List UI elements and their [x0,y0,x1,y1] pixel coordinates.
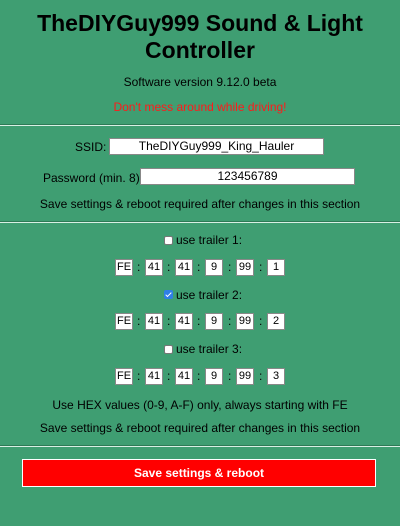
wifi-reboot-note: Save settings & reboot required after ch… [39,197,361,211]
mac-separator: : [197,369,201,383]
trailer-1-mac-byte-6[interactable]: 1 [267,259,285,276]
trailer-1-mac-byte-3[interactable]: 41 [175,259,193,276]
trailer-2-label: use trailer 2: [176,288,243,302]
trailer-3-mac-byte-5[interactable]: 99 [236,368,254,385]
mac-separator: : [259,314,263,328]
trailer-2-mac-byte-3[interactable]: 41 [175,313,193,330]
trailer-1-label: use trailer 1: [176,233,243,247]
page-title: TheDIYGuy999 Sound & Light Controller [37,10,363,63]
trailer-2-mac-row: FE : 41 : 41 : 9 : 99 : 2 [0,313,400,331]
mac-separator: : [259,369,263,383]
trailer-1-mac-row: FE : 41 : 41 : 9 : 99 : 1 [0,259,400,277]
divider [0,124,400,126]
ssid-label: SSID: [75,140,107,154]
trailer-3-mac-byte-2[interactable]: 41 [145,368,163,385]
mac-separator: : [137,369,141,383]
mac-separator: : [228,260,232,274]
trailer-2-mac-byte-5[interactable]: 99 [236,313,254,330]
trailer-3-checkbox[interactable] [164,345,173,354]
driving-warning: Don't mess around while driving! [113,100,287,114]
trailer-1-checkbox[interactable] [164,236,173,245]
software-version: Software version 9.12.0 beta [123,75,277,89]
hex-hint: Use HEX values (0-9, A-F) only, always s… [52,398,348,412]
trailer-reboot-note: Save settings & reboot required after ch… [39,421,361,435]
trailer-3-mac-byte-1[interactable]: FE [115,368,133,385]
mac-separator: : [228,369,232,383]
mac-separator: : [167,369,171,383]
trailer-3-label: use trailer 3: [176,342,243,356]
trailer-2-mac-byte-6[interactable]: 2 [267,313,285,330]
trailer-2-mac-byte-1[interactable]: FE [115,313,133,330]
trailer-1-mac-byte-5[interactable]: 99 [236,259,254,276]
mac-separator: : [259,260,263,274]
mac-separator: : [228,314,232,328]
trailer-3-mac-row: FE : 41 : 41 : 9 : 99 : 3 [0,368,400,386]
ssid-field[interactable]: TheDIYGuy999_King_Hauler [109,138,324,155]
mac-separator: : [167,260,171,274]
trailer-1-mac-byte-2[interactable]: 41 [145,259,163,276]
trailer-1-mac-byte-4[interactable]: 9 [205,259,223,276]
trailer-3-mac-byte-6[interactable]: 3 [267,368,285,385]
mac-separator: : [167,314,171,328]
mac-separator: : [197,314,201,328]
divider [0,445,400,447]
mac-separator: : [137,314,141,328]
divider [0,221,400,223]
trailer-1-mac-byte-1[interactable]: FE [115,259,133,276]
trailer-3-mac-byte-4[interactable]: 9 [205,368,223,385]
trailer-3-mac-byte-3[interactable]: 41 [175,368,193,385]
password-field[interactable]: 123456789 [140,168,355,185]
password-label: Password (min. 8): [43,171,144,185]
mac-separator: : [197,260,201,274]
mac-separator: : [137,260,141,274]
save-reboot-button[interactable]: Save settings & reboot [22,459,376,487]
trailer-2-mac-byte-2[interactable]: 41 [145,313,163,330]
trailer-2-checkbox[interactable] [164,290,173,299]
trailer-2-mac-byte-4[interactable]: 9 [205,313,223,330]
